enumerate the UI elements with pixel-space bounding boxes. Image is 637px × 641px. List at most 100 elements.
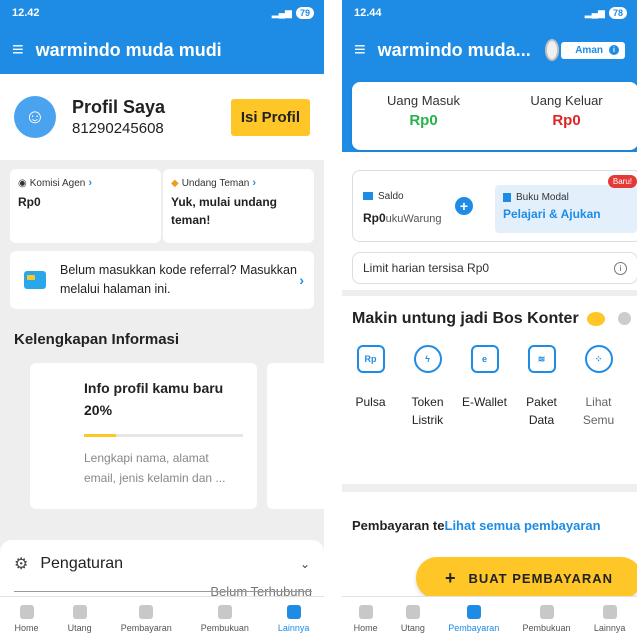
profile-progress-bar (84, 433, 243, 437)
profile-info: Profil Saya 81290245608 (72, 97, 231, 137)
nav-pembukuan[interactable]: Pembukuan (201, 605, 249, 633)
status-indicators: ▂▄▆ 79 (272, 7, 314, 19)
service-lihat-semua[interactable]: ⁘ Lihat Semu (570, 345, 627, 429)
services-row: Rp Pulsa ϟ Token Listrik e E-Wallet ≋ Pa… (342, 345, 637, 429)
info-icon[interactable]: i (614, 261, 627, 275)
nav-pembukuan[interactable]: Pembukuan (523, 605, 571, 633)
nav-label: Lainnya (593, 623, 626, 633)
undang-teman-value: Yuk, mulai undang teman! (171, 195, 278, 227)
status-time: 12.44 (354, 7, 382, 19)
nav-lainnya[interactable]: Lainnya (593, 605, 626, 633)
service-label: E-Wallet (462, 395, 507, 409)
payment-title: Pembayaran te (352, 518, 445, 533)
settings-row[interactable]: ⚙ Pengaturan ⌄ (14, 545, 310, 583)
service-label: Token Listrik (411, 395, 444, 427)
nav-label: Pembayaran (120, 623, 172, 633)
hamburger-icon[interactable]: ≡ (354, 40, 366, 60)
nav-label: Pembukuan (522, 623, 571, 633)
service-label: Lihat Semu (582, 395, 615, 427)
nav-utang[interactable]: Utang (401, 605, 425, 633)
service-label: Paket Data (526, 395, 557, 427)
nav-label: Home (353, 623, 378, 633)
sunglasses-emoji-icon (587, 311, 606, 326)
nav-pembayaran[interactable]: Pembayaran (448, 605, 499, 633)
money-bag-icon (503, 192, 511, 202)
profile-progress-fill (84, 433, 116, 437)
signal-icon: ▂▄▆ (271, 7, 292, 18)
nav-label: Lainnya (277, 623, 310, 633)
book-icon (72, 605, 87, 619)
home-icon (19, 605, 34, 619)
chevron-right-icon: › (299, 272, 304, 288)
undang-teman-label: Undang Teman (181, 177, 250, 189)
nav-label: Utang (67, 623, 92, 633)
service-e-wallet[interactable]: e E-Wallet (456, 345, 513, 429)
uang-masuk[interactable]: Uang Masuk Rp0 (352, 82, 495, 150)
status-bar: 12.44 ▂▄▆ 78 (342, 0, 637, 26)
saldo-label: Saldo (378, 191, 404, 202)
komisi-agen-card[interactable]: ◉ Komisi Agen › Rp0 (10, 169, 161, 243)
service-label: Pulsa (355, 395, 386, 409)
gear-icon: ⚙ (14, 556, 29, 573)
profile-name: Profil Saya (72, 97, 166, 117)
uang-keluar-value: Rp0 (552, 112, 581, 129)
nav-pembayaran[interactable]: Pembayaran (121, 605, 172, 633)
lihat-semua-pembayaran-link[interactable]: Lihat semua pembayaran (445, 518, 601, 533)
service-paket-data[interactable]: ≋ Paket Data (513, 345, 570, 429)
new-badge: Baru! (607, 175, 637, 188)
refresh-icon (539, 605, 554, 619)
limit-bar[interactable]: Limit harian tersisa Rp0 i (352, 252, 637, 284)
nav-utang[interactable]: Utang (68, 605, 92, 633)
komisi-agen-value: Rp0 (18, 195, 41, 209)
card-icon (363, 192, 373, 201)
help-icon[interactable] (617, 312, 631, 326)
aman-badge[interactable]: Aman i (561, 41, 625, 59)
referral-text: Belum masukkan kode referral? Masukkan m… (60, 262, 297, 296)
buku-modal-card[interactable]: Buku Modal Pelajari & Ajukan (495, 185, 637, 233)
lightning-icon: ϟ (413, 345, 442, 373)
buku-modal-label-row: Buku Modal (503, 192, 629, 203)
uang-keluar[interactable]: Uang Keluar Rp0 (495, 82, 637, 150)
kelengkapan-title: Kelengkapan Informasi (14, 331, 180, 348)
buat-pembayaran-button[interactable]: + BUAT PEMBAYARAN (416, 557, 637, 599)
profile-section: ☺ Profil Saya 81290245608 Isi Profil (0, 74, 324, 160)
uang-masuk-label: Uang Masuk (387, 93, 460, 108)
service-token-listrik[interactable]: ϟ Token Listrik (399, 345, 456, 429)
uang-masuk-value: Rp0 (409, 112, 438, 129)
phone-rp-icon: Rp (356, 345, 385, 373)
nav-home[interactable]: Home (354, 605, 378, 633)
wallet-icon (139, 605, 154, 619)
status-bar: 12.42 ▂▄▆ 79 (0, 0, 324, 26)
add-saldo-button[interactable]: + (455, 197, 473, 215)
saldo-subtext: ukuWarung (385, 213, 442, 225)
saldo-value: Rp0 (363, 211, 386, 225)
info-profil-title: Info profil kamu baru 20% (84, 380, 224, 419)
app-bar: ≡ warmindo muda... Aman i (342, 26, 637, 74)
referral-banner[interactable]: Belum masukkan kode referral? Masukkan m… (10, 251, 314, 309)
battery-icon: 79 (295, 7, 314, 19)
uang-keluar-label: Uang Keluar (530, 93, 603, 108)
nav-home[interactable]: Home (15, 605, 39, 633)
bottom-nav: Home Utang Pembayaran Pembukuan Lainnya (0, 596, 324, 641)
undang-teman-card[interactable]: ◆ Undang Teman › Yuk, mulai undang teman… (163, 169, 314, 243)
plus-icon: + (444, 567, 457, 588)
next-info-card[interactable] (267, 363, 324, 509)
isi-profil-button[interactable]: Isi Profil (230, 98, 310, 136)
buat-pembayaran-label: BUAT PEMBAYARAN (468, 570, 614, 586)
app-title: warmindo muda mudi (35, 39, 222, 60)
info-icon: i (609, 45, 619, 55)
left-phone-screen: 12.42 ▂▄▆ 79 ≡ warmindo muda mudi ☺ Prof… (0, 0, 324, 641)
chevron-right-icon: › (252, 177, 257, 189)
hamburger-icon[interactable]: ≡ (12, 40, 24, 60)
wallet-icon: e (470, 345, 499, 373)
signal-icon: ▂▄▆ (584, 7, 605, 18)
promo-title-text: Makin untung jadi Bos Konter (352, 310, 579, 327)
status-indicators: ▂▄▆ 78 (585, 7, 627, 19)
book-icon (405, 605, 420, 619)
nav-lainnya[interactable]: Lainnya (277, 605, 310, 633)
info-profil-card[interactable]: Info profil kamu baru 20% Lengkapi nama,… (30, 363, 257, 509)
avatar: ☺ (14, 96, 56, 138)
divider (14, 591, 312, 592)
info-profil-desc: Lengkapi nama, alamat email, jenis kelam… (84, 450, 226, 485)
service-pulsa[interactable]: Rp Pulsa (342, 345, 399, 429)
